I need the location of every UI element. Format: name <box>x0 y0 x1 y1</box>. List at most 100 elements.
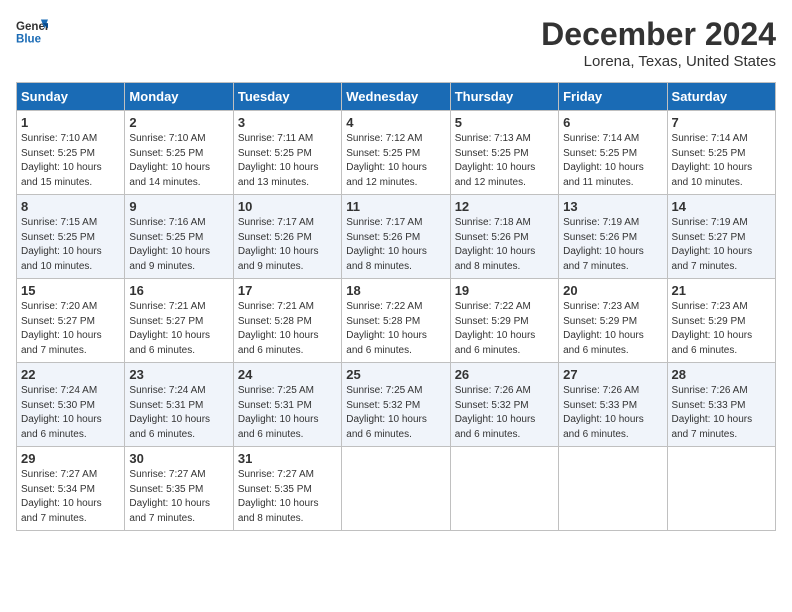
day-number: 31 <box>238 451 337 466</box>
day-number: 8 <box>21 199 120 214</box>
col-monday: Monday <box>125 83 233 111</box>
day-number: 22 <box>21 367 120 382</box>
day-number: 27 <box>563 367 662 382</box>
day-number: 1 <box>21 115 120 130</box>
day-info: Sunrise: 7:19 AMSunset: 5:27 PMDaylight:… <box>672 217 753 272</box>
day-info: Sunrise: 7:23 AMSunset: 5:29 PMDaylight:… <box>672 301 753 356</box>
svg-text:Blue: Blue <box>16 34 42 46</box>
day-number: 4 <box>346 115 445 130</box>
day-info: Sunrise: 7:14 AMSunset: 5:25 PMDaylight:… <box>563 133 644 188</box>
day-number: 13 <box>563 199 662 214</box>
calendar-table: Sunday Monday Tuesday Wednesday Thursday… <box>16 82 776 531</box>
day-number: 12 <box>455 199 554 214</box>
day-number: 3 <box>238 115 337 130</box>
table-cell: 27 Sunrise: 7:26 AMSunset: 5:33 PMDaylig… <box>559 363 667 447</box>
day-number: 10 <box>238 199 337 214</box>
table-cell: 15 Sunrise: 7:20 AMSunset: 5:27 PMDaylig… <box>17 279 125 363</box>
day-number: 30 <box>129 451 228 466</box>
day-info: Sunrise: 7:15 AMSunset: 5:25 PMDaylight:… <box>21 217 102 272</box>
week-row-4: 22 Sunrise: 7:24 AMSunset: 5:30 PMDaylig… <box>17 363 776 447</box>
col-friday: Friday <box>559 83 667 111</box>
table-cell: 13 Sunrise: 7:19 AMSunset: 5:26 PMDaylig… <box>559 195 667 279</box>
day-number: 19 <box>455 283 554 298</box>
day-info: Sunrise: 7:22 AMSunset: 5:29 PMDaylight:… <box>455 301 536 356</box>
table-cell: 17 Sunrise: 7:21 AMSunset: 5:28 PMDaylig… <box>233 279 341 363</box>
day-number: 6 <box>563 115 662 130</box>
day-info: Sunrise: 7:17 AMSunset: 5:26 PMDaylight:… <box>346 217 427 272</box>
day-info: Sunrise: 7:26 AMSunset: 5:32 PMDaylight:… <box>455 385 536 440</box>
day-info: Sunrise: 7:20 AMSunset: 5:27 PMDaylight:… <box>21 301 102 356</box>
table-cell: 12 Sunrise: 7:18 AMSunset: 5:26 PMDaylig… <box>450 195 558 279</box>
table-cell: 10 Sunrise: 7:17 AMSunset: 5:26 PMDaylig… <box>233 195 341 279</box>
table-cell: 25 Sunrise: 7:25 AMSunset: 5:32 PMDaylig… <box>342 363 450 447</box>
day-info: Sunrise: 7:26 AMSunset: 5:33 PMDaylight:… <box>672 385 753 440</box>
table-cell <box>559 447 667 531</box>
week-row-2: 8 Sunrise: 7:15 AMSunset: 5:25 PMDayligh… <box>17 195 776 279</box>
col-sunday: Sunday <box>17 83 125 111</box>
table-cell: 8 Sunrise: 7:15 AMSunset: 5:25 PMDayligh… <box>17 195 125 279</box>
table-cell <box>450 447 558 531</box>
day-info: Sunrise: 7:21 AMSunset: 5:27 PMDaylight:… <box>129 301 210 356</box>
table-cell: 11 Sunrise: 7:17 AMSunset: 5:26 PMDaylig… <box>342 195 450 279</box>
week-row-3: 15 Sunrise: 7:20 AMSunset: 5:27 PMDaylig… <box>17 279 776 363</box>
table-cell: 21 Sunrise: 7:23 AMSunset: 5:29 PMDaylig… <box>667 279 775 363</box>
day-info: Sunrise: 7:13 AMSunset: 5:25 PMDaylight:… <box>455 133 536 188</box>
table-cell: 24 Sunrise: 7:25 AMSunset: 5:31 PMDaylig… <box>233 363 341 447</box>
day-number: 29 <box>21 451 120 466</box>
day-info: Sunrise: 7:17 AMSunset: 5:26 PMDaylight:… <box>238 217 319 272</box>
day-info: Sunrise: 7:23 AMSunset: 5:29 PMDaylight:… <box>563 301 644 356</box>
day-info: Sunrise: 7:27 AMSunset: 5:34 PMDaylight:… <box>21 469 102 524</box>
day-number: 2 <box>129 115 228 130</box>
day-number: 20 <box>563 283 662 298</box>
day-info: Sunrise: 7:11 AMSunset: 5:25 PMDaylight:… <box>238 133 319 188</box>
table-cell: 16 Sunrise: 7:21 AMSunset: 5:27 PMDaylig… <box>125 279 233 363</box>
table-cell: 14 Sunrise: 7:19 AMSunset: 5:27 PMDaylig… <box>667 195 775 279</box>
day-number: 9 <box>129 199 228 214</box>
day-info: Sunrise: 7:24 AMSunset: 5:30 PMDaylight:… <box>21 385 102 440</box>
day-number: 23 <box>129 367 228 382</box>
day-info: Sunrise: 7:12 AMSunset: 5:25 PMDaylight:… <box>346 133 427 188</box>
day-info: Sunrise: 7:21 AMSunset: 5:28 PMDaylight:… <box>238 301 319 356</box>
day-info: Sunrise: 7:27 AMSunset: 5:35 PMDaylight:… <box>129 469 210 524</box>
day-number: 14 <box>672 199 771 214</box>
table-cell: 29 Sunrise: 7:27 AMSunset: 5:34 PMDaylig… <box>17 447 125 531</box>
week-row-5: 29 Sunrise: 7:27 AMSunset: 5:34 PMDaylig… <box>17 447 776 531</box>
day-number: 25 <box>346 367 445 382</box>
table-cell: 30 Sunrise: 7:27 AMSunset: 5:35 PMDaylig… <box>125 447 233 531</box>
week-row-1: 1 Sunrise: 7:10 AMSunset: 5:25 PMDayligh… <box>17 111 776 195</box>
logo-icon: General Blue <box>16 16 48 48</box>
page-header: General Blue December 2024 Lorena, Texas… <box>16 16 776 70</box>
day-number: 17 <box>238 283 337 298</box>
day-info: Sunrise: 7:10 AMSunset: 5:25 PMDaylight:… <box>21 133 102 188</box>
col-saturday: Saturday <box>667 83 775 111</box>
table-cell <box>342 447 450 531</box>
logo: General Blue <box>16 16 48 48</box>
calendar-header-row: Sunday Monday Tuesday Wednesday Thursday… <box>17 83 776 111</box>
table-cell: 23 Sunrise: 7:24 AMSunset: 5:31 PMDaylig… <box>125 363 233 447</box>
table-cell: 3 Sunrise: 7:11 AMSunset: 5:25 PMDayligh… <box>233 111 341 195</box>
day-number: 11 <box>346 199 445 214</box>
day-info: Sunrise: 7:22 AMSunset: 5:28 PMDaylight:… <box>346 301 427 356</box>
day-number: 21 <box>672 283 771 298</box>
table-cell: 20 Sunrise: 7:23 AMSunset: 5:29 PMDaylig… <box>559 279 667 363</box>
table-cell: 6 Sunrise: 7:14 AMSunset: 5:25 PMDayligh… <box>559 111 667 195</box>
day-info: Sunrise: 7:10 AMSunset: 5:25 PMDaylight:… <box>129 133 210 188</box>
day-number: 28 <box>672 367 771 382</box>
table-cell: 4 Sunrise: 7:12 AMSunset: 5:25 PMDayligh… <box>342 111 450 195</box>
table-cell: 2 Sunrise: 7:10 AMSunset: 5:25 PMDayligh… <box>125 111 233 195</box>
day-info: Sunrise: 7:18 AMSunset: 5:26 PMDaylight:… <box>455 217 536 272</box>
table-cell: 5 Sunrise: 7:13 AMSunset: 5:25 PMDayligh… <box>450 111 558 195</box>
table-cell: 7 Sunrise: 7:14 AMSunset: 5:25 PMDayligh… <box>667 111 775 195</box>
day-number: 7 <box>672 115 771 130</box>
day-info: Sunrise: 7:27 AMSunset: 5:35 PMDaylight:… <box>238 469 319 524</box>
col-wednesday: Wednesday <box>342 83 450 111</box>
month-title: December 2024 <box>541 16 776 53</box>
table-cell: 9 Sunrise: 7:16 AMSunset: 5:25 PMDayligh… <box>125 195 233 279</box>
day-info: Sunrise: 7:26 AMSunset: 5:33 PMDaylight:… <box>563 385 644 440</box>
table-cell <box>667 447 775 531</box>
table-cell: 28 Sunrise: 7:26 AMSunset: 5:33 PMDaylig… <box>667 363 775 447</box>
day-info: Sunrise: 7:16 AMSunset: 5:25 PMDaylight:… <box>129 217 210 272</box>
day-number: 26 <box>455 367 554 382</box>
day-info: Sunrise: 7:14 AMSunset: 5:25 PMDaylight:… <box>672 133 753 188</box>
table-cell: 19 Sunrise: 7:22 AMSunset: 5:29 PMDaylig… <box>450 279 558 363</box>
